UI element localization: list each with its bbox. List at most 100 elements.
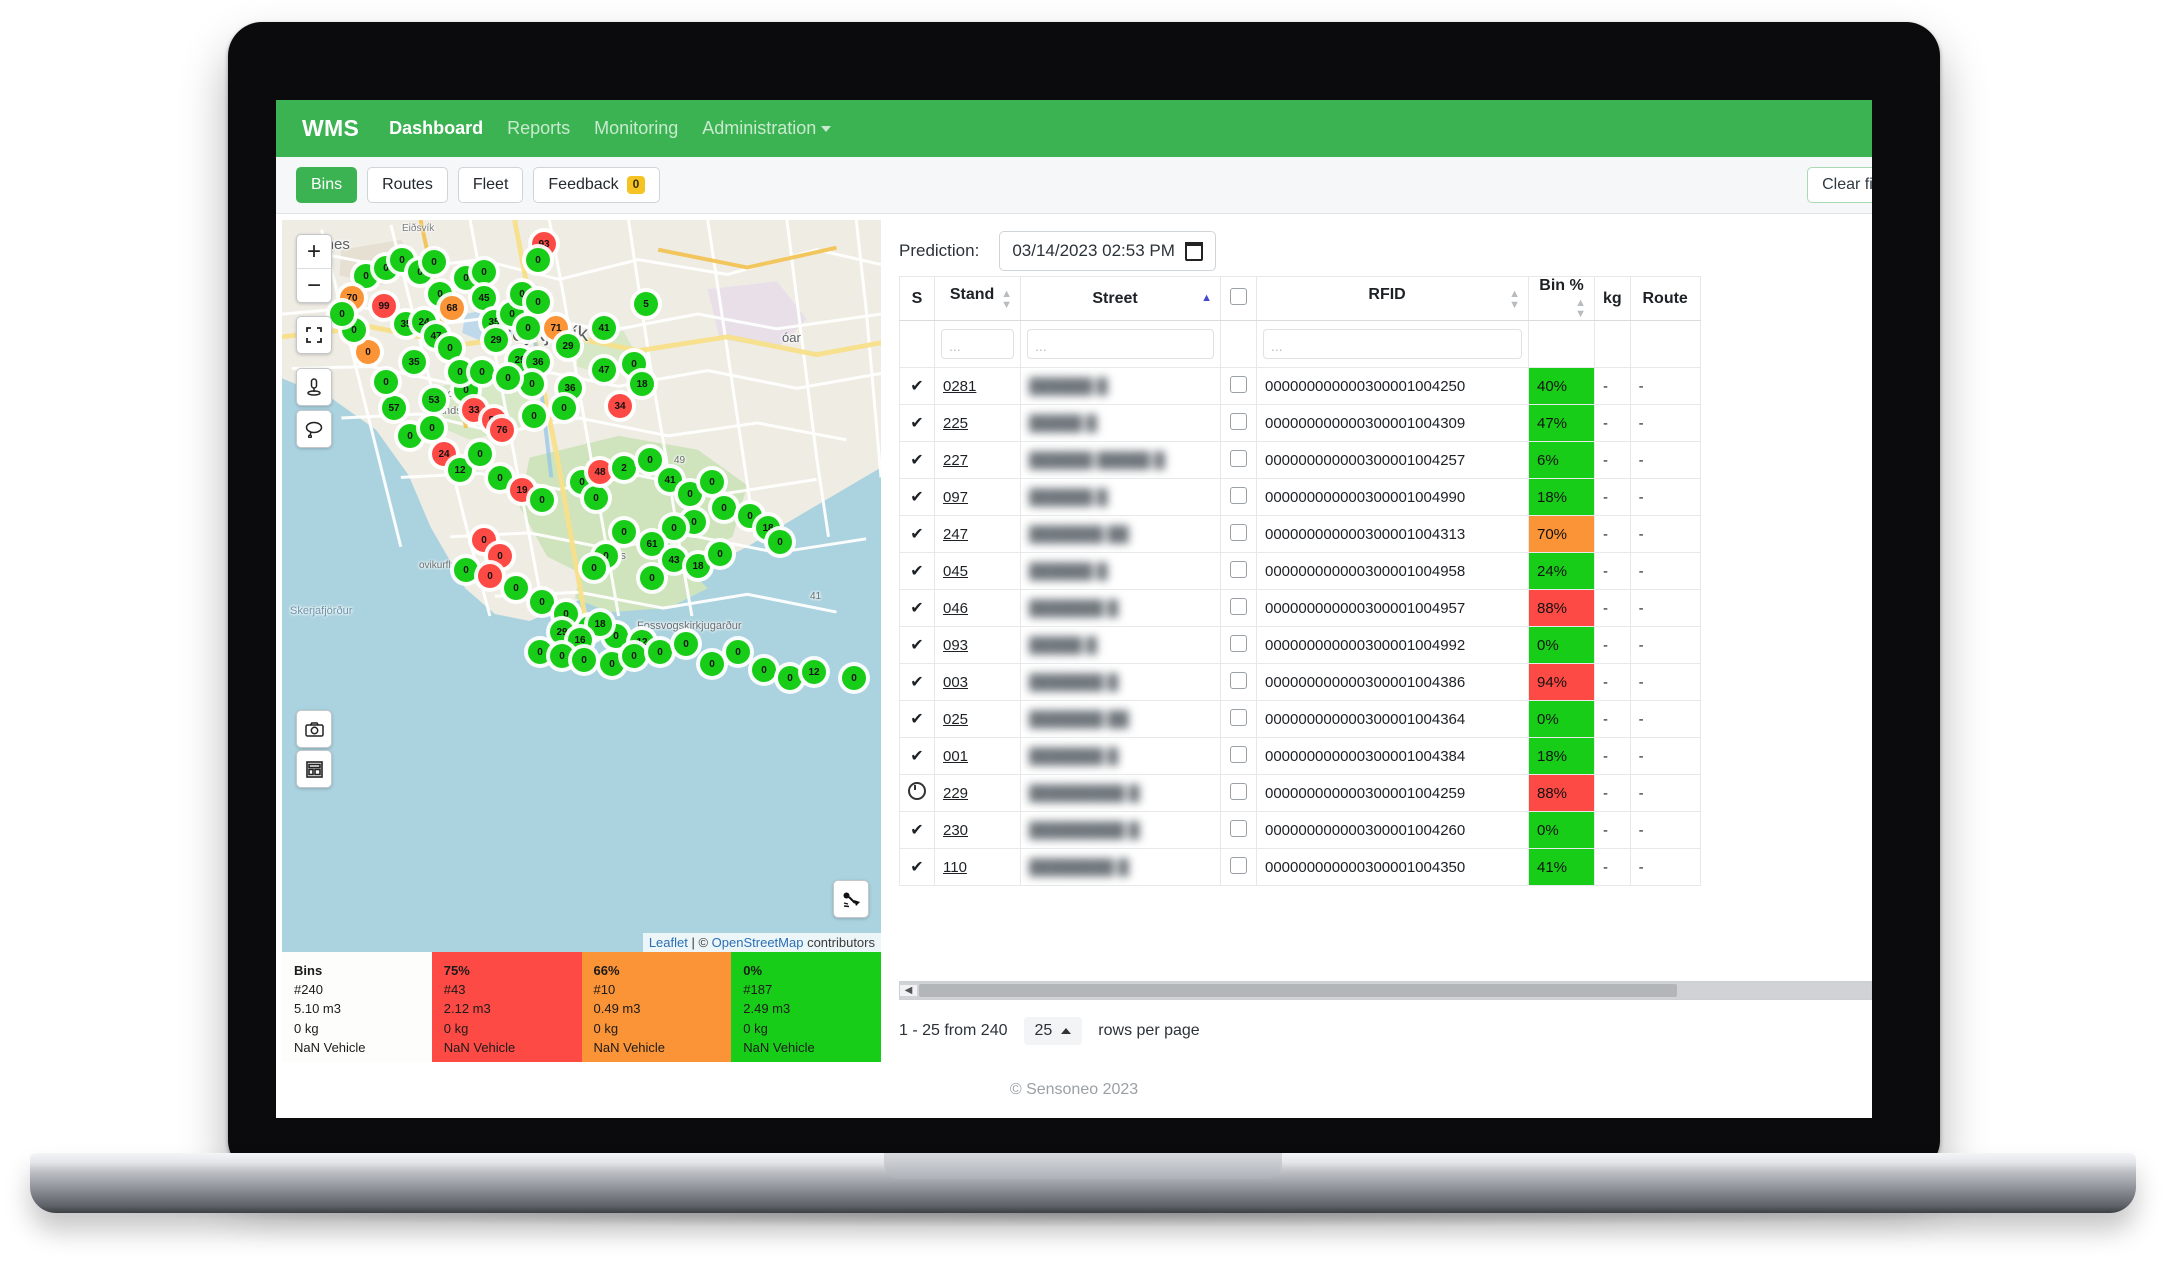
filter-stand-cell[interactable]: ... <box>934 320 1021 368</box>
cell-select[interactable] <box>1220 626 1257 664</box>
map-bin-marker[interactable]: 0 <box>454 558 478 582</box>
filter-stand-input[interactable]: ... <box>941 329 1014 359</box>
prediction-datetime-input[interactable]: 03/14/2023 02:53 PM <box>999 231 1216 271</box>
map-bin-marker[interactable]: 0 <box>768 530 792 554</box>
map-bin-marker[interactable]: 18 <box>686 554 710 578</box>
zoom-in-button[interactable]: + <box>297 235 331 268</box>
cell-stand[interactable]: 093 <box>934 626 1021 664</box>
map-bin-marker[interactable]: 0 <box>700 652 724 676</box>
stand-link[interactable]: 230 <box>943 822 968 839</box>
scroll-left-arrow[interactable]: ◀ <box>900 985 917 996</box>
app-brand[interactable]: WMS <box>302 115 359 142</box>
map-bin-marker[interactable]: 0 <box>842 666 866 690</box>
map-bin-marker[interactable]: 53 <box>422 388 446 412</box>
map-bin-marker[interactable]: 34 <box>608 394 632 418</box>
nav-item-reports[interactable]: Reports <box>507 118 570 139</box>
col-street[interactable]: Street ▲ <box>1020 276 1221 321</box>
nav-item-dashboard[interactable]: Dashboard <box>389 118 483 139</box>
map-fullscreen-button[interactable] <box>296 316 332 354</box>
map-bin-marker[interactable]: 41 <box>592 316 616 340</box>
filter-rfid-input[interactable]: ... <box>1263 329 1522 359</box>
stand-link[interactable]: 225 <box>943 415 968 432</box>
cell-select[interactable] <box>1220 552 1257 590</box>
map-screenshot-button[interactable] <box>296 710 332 748</box>
map-bin-marker[interactable]: 36 <box>526 350 550 374</box>
map-bin-marker[interactable]: 0 <box>488 466 512 490</box>
map-bin-marker[interactable]: 0 <box>330 302 354 326</box>
stand-link[interactable]: 045 <box>943 563 968 580</box>
map-bin-marker[interactable]: 45 <box>472 286 496 310</box>
map-polygon-tool-button[interactable] <box>296 410 332 448</box>
col-stand[interactable]: Stand ▲ ▼ <box>934 276 1021 321</box>
map-bin-marker[interactable]: 0 <box>504 576 528 600</box>
map-bin-marker[interactable]: 0 <box>712 496 736 520</box>
row-checkbox[interactable] <box>1230 819 1247 837</box>
row-checkbox[interactable] <box>1230 375 1247 393</box>
row-checkbox[interactable] <box>1230 560 1247 578</box>
map-bin-marker[interactable]: 0 <box>526 248 550 272</box>
cell-stand[interactable]: 001 <box>934 737 1021 775</box>
tab-feedback[interactable]: Feedback 0 <box>533 167 661 203</box>
map-bin-marker[interactable]: 0 <box>552 396 576 420</box>
cell-stand[interactable]: 247 <box>934 515 1021 553</box>
cell-stand[interactable]: 230 <box>934 811 1021 849</box>
row-checkbox[interactable] <box>1230 856 1247 874</box>
map-bin-marker[interactable]: 0 <box>700 470 724 494</box>
map-zoom-control[interactable]: + − <box>296 234 332 303</box>
map-bin-marker[interactable]: 0 <box>550 644 574 668</box>
row-checkbox[interactable] <box>1230 634 1247 652</box>
stand-link[interactable]: 093 <box>943 637 968 654</box>
map-bin-marker[interactable]: 0 <box>530 488 554 512</box>
cell-stand[interactable]: 046 <box>934 589 1021 627</box>
sort-icon[interactable]: ▲ ▼ <box>1509 289 1520 311</box>
row-checkbox[interactable] <box>1230 782 1247 800</box>
cell-stand[interactable]: 0281 <box>934 367 1021 405</box>
map-marker-tool-button[interactable] <box>296 368 332 406</box>
calendar-icon[interactable] <box>1184 241 1203 261</box>
scrollbar-thumb[interactable] <box>919 984 1677 997</box>
nav-item-administration[interactable]: Administration <box>702 118 832 139</box>
map-bin-marker[interactable]: 2 <box>612 456 636 480</box>
map-legend-button[interactable] <box>296 750 332 788</box>
cell-select[interactable] <box>1220 848 1257 886</box>
map-bin-marker[interactable]: 18 <box>630 372 654 396</box>
tab-fleet[interactable]: Fleet <box>457 167 524 203</box>
map-bin-marker[interactable]: 0 <box>726 640 750 664</box>
row-checkbox[interactable] <box>1230 412 1247 430</box>
stand-link[interactable]: 003 <box>943 674 968 691</box>
map-bin-marker[interactable]: 0 <box>520 372 544 396</box>
map-bin-marker[interactable]: 0 <box>422 250 446 274</box>
map-bin-marker[interactable]: 0 <box>584 486 608 510</box>
cell-stand[interactable]: 110 <box>934 848 1021 886</box>
stand-link[interactable]: 110 <box>943 859 967 876</box>
map-bin-marker[interactable]: 29 <box>484 328 508 352</box>
map-bin-marker[interactable]: 35 <box>402 350 426 374</box>
map-bin-marker[interactable]: 0 <box>398 424 422 448</box>
cell-stand[interactable]: 003 <box>934 663 1021 701</box>
map-bin-marker[interactable]: 12 <box>802 660 826 684</box>
cell-stand[interactable]: 025 <box>934 700 1021 738</box>
table-horizontal-scrollbar[interactable]: ◀ <box>899 981 1872 1000</box>
table-row[interactable]: 229 █████████ █ 000000000000300001004259 88… <box>899 774 1701 812</box>
row-checkbox[interactable] <box>1230 449 1247 467</box>
nav-item-monitoring[interactable]: Monitoring <box>594 118 678 139</box>
map-bin-marker[interactable]: 0 <box>778 666 802 690</box>
map-bin-marker[interactable]: 0 <box>600 652 624 676</box>
bins-map[interactable]: ReykjavíknarnesEiðsvíkærkólislandsóarovi… <box>282 220 881 952</box>
stand-link[interactable]: 001 <box>943 748 968 765</box>
map-bin-marker[interactable]: 0 <box>496 366 520 390</box>
cell-stand[interactable]: 225 <box>934 404 1021 442</box>
map-bin-marker[interactable]: 0 <box>438 336 462 360</box>
map-bin-marker[interactable]: 0 <box>640 566 664 590</box>
map-bin-marker[interactable]: 99 <box>372 294 396 318</box>
cell-stand[interactable]: 045 <box>934 552 1021 590</box>
map-bin-marker[interactable]: 0 <box>478 564 502 588</box>
table-row[interactable]: ✔ 110 ████████ █ 000000000000300001004350 41… <box>899 848 1701 886</box>
cell-stand[interactable]: 229 <box>934 774 1021 812</box>
cell-select[interactable] <box>1220 441 1257 479</box>
map-bin-marker[interactable]: 0 <box>468 442 492 466</box>
row-checkbox[interactable] <box>1230 486 1247 504</box>
map-bin-marker[interactable]: 0 <box>674 632 698 656</box>
stand-link[interactable]: 0281 <box>943 378 976 395</box>
col-rfid[interactable]: RFID ▲ ▼ <box>1256 276 1529 321</box>
